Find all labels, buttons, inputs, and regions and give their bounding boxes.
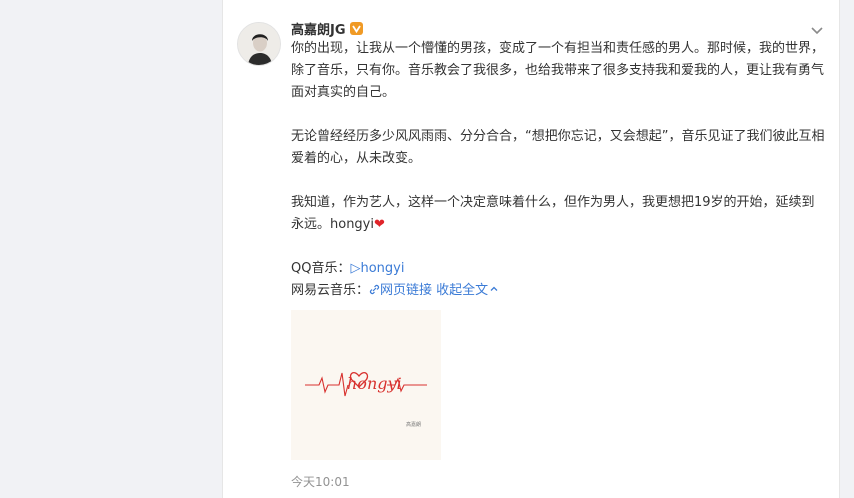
avatar[interactable] <box>237 22 281 66</box>
cover-caption: 高嘉朗 <box>406 421 421 428</box>
verified-badge-icon <box>349 22 363 35</box>
music-cover-image[interactable]: hongyi 高嘉朗 <box>291 310 441 460</box>
collapse-button[interactable]: 收起全文 <box>436 283 499 298</box>
post-text: 你的出现，让我从一个懵懂的男孩，变成了一个有担当和责任感的男人。那时候，我的世界… <box>291 38 827 302</box>
paragraph-3-text: 我知道，作为艺人，这样一个决定意味着什么，但作为男人，我更想把19岁的开始，延续… <box>291 195 815 232</box>
paragraph-2: 无论曾经经历多少风风雨雨、分分合合，“想把你忘记，又会想起”，音乐见证了我们彼此… <box>291 129 825 166</box>
netease-music-label: 网易云音乐： <box>291 283 370 298</box>
cover-handwriting: hongyi <box>347 374 402 393</box>
heart-emoji: ❤ <box>374 217 385 232</box>
paragraph-3: 我知道，作为艺人，这样一个决定意味着什么，但作为男人，我更想把19岁的开始，延续… <box>291 192 827 236</box>
author-name-text[interactable]: 高嘉朗JG <box>291 19 346 38</box>
author-name[interactable]: 高嘉朗JG <box>291 19 363 38</box>
link-icon[interactable] <box>369 283 380 298</box>
chevron-up-icon <box>490 286 498 291</box>
post-card: 高嘉朗JG 你的出现，让我从一个懵懂的男孩，变成了一个有担当和责任感的男人。那时… <box>222 0 840 498</box>
netease-web-link[interactable]: 网页链接 <box>380 283 432 298</box>
collapse-label[interactable]: 收起全文 <box>436 283 488 298</box>
qq-music-link[interactable]: ▷hongyi <box>350 261 404 276</box>
paragraph-1: 你的出现，让我从一个懵懂的男孩，变成了一个有担当和责任感的男人。那时候，我的世界… <box>291 41 825 100</box>
qq-music-row: QQ音乐：▷hongyi <box>291 258 827 280</box>
netease-music-row: 网易云音乐： 网页链接 收起全文 <box>291 280 827 302</box>
post-timestamp[interactable]: 今天10:01 <box>291 473 350 490</box>
chevron-down-icon[interactable] <box>809 22 825 38</box>
qq-music-label: QQ音乐： <box>291 261 351 276</box>
